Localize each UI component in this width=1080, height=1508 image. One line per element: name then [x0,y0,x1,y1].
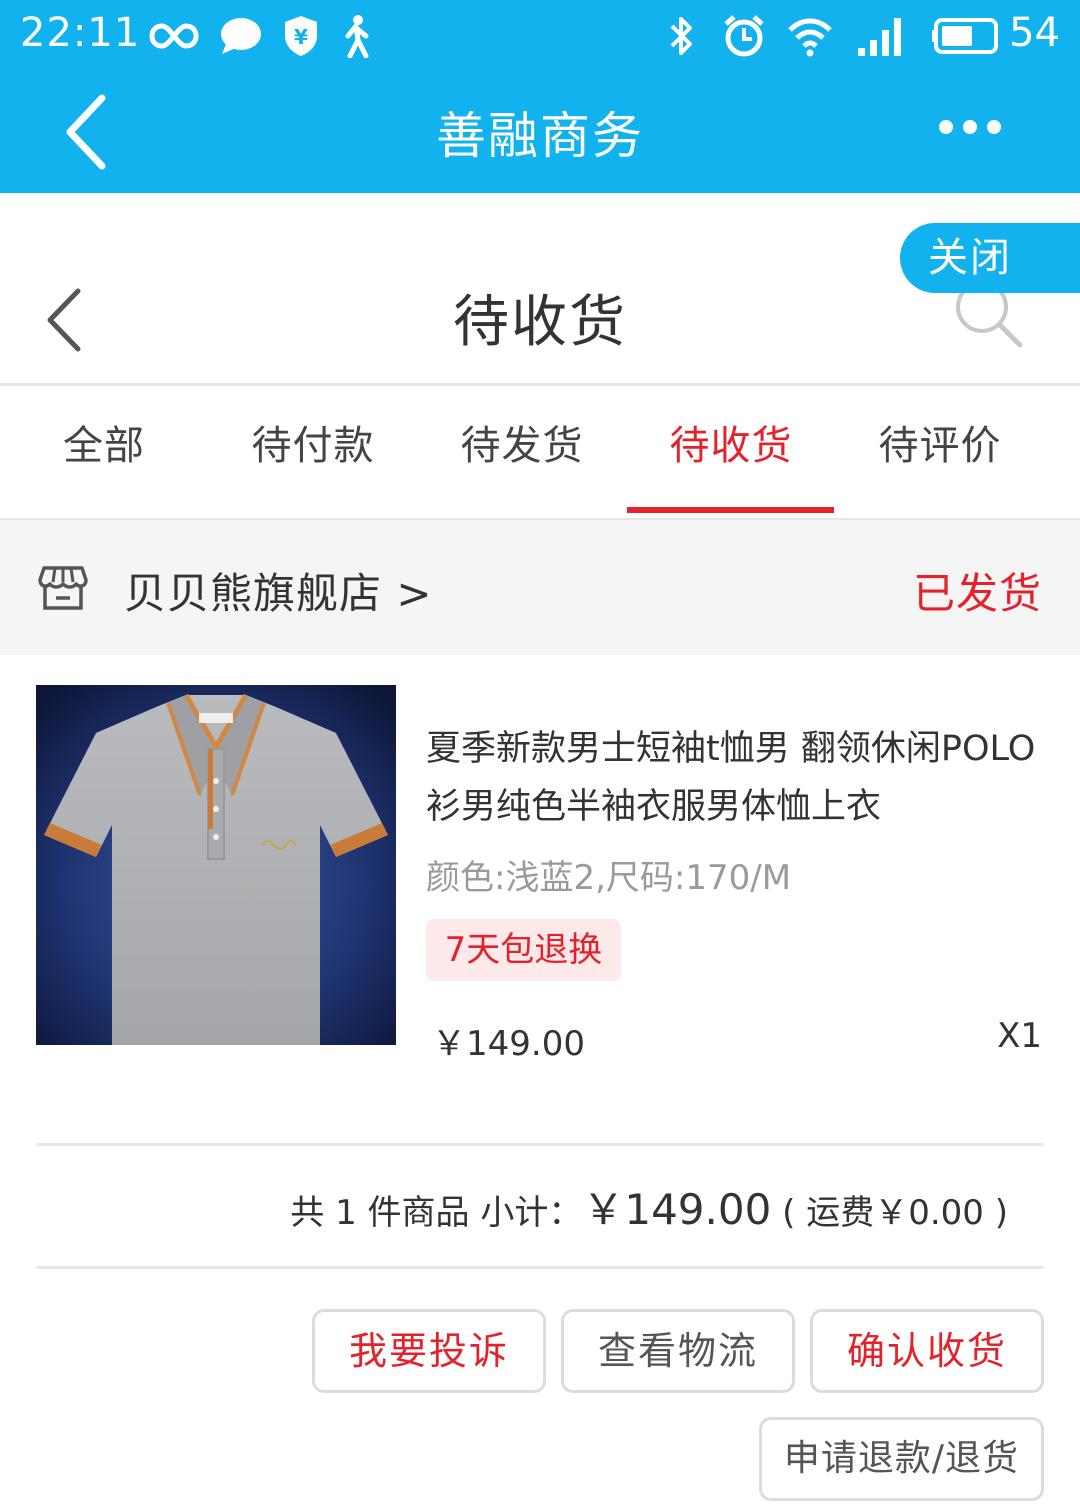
tab-pending-payment[interactable]: 待付款 [209,386,417,518]
battery-icon [932,18,998,54]
app-title: 善融商务 [436,107,644,165]
view-logistics-button[interactable]: 查看物流 [561,1309,795,1393]
shop-row[interactable]: 贝贝熊旗舰店 > 已发货 [0,520,1080,655]
product-image[interactable] [36,685,396,1045]
app-top-bar: 22:11 ¥ 54 善融商务 [0,0,1080,193]
divider [36,1266,1044,1269]
shop-name-link[interactable]: 贝贝熊旗舰店 > [124,560,433,621]
tab-all[interactable]: 全部 [0,386,208,518]
wifi-icon [788,18,832,57]
page-title: 待收货 [453,290,627,355]
complain-button[interactable]: 我要投诉 [312,1309,546,1393]
close-button[interactable]: 关闭 [900,223,1080,293]
order-summary: 共 1 件商品 小计：￥149.00 ( 运费￥0.00 ) [290,1176,1008,1237]
confirm-receipt-button[interactable]: 确认收货 [810,1309,1044,1393]
infinity-icon [149,23,199,49]
subtotal-amount: ￥149.00 [582,1185,772,1234]
store-icon [38,566,88,610]
shipping-fee: ( 运费￥0.00 ) [782,1193,1008,1233]
item-count-text: 共 1 件商品 小计： [290,1193,583,1233]
chat-bubble-icon [221,18,261,54]
product-price: ￥149.00 [432,1024,585,1064]
order-status-label: 已发货 [912,569,1042,618]
order-status-tabs: 全部 待付款 待发货 待收货 待评价 [0,386,1080,520]
product-spec: 颜色:浅蓝2,尺码:170/M [426,858,792,898]
walking-person-icon [345,15,369,58]
page-header: 待收货 关闭 [0,193,1080,386]
tab-pending-review[interactable]: 待评价 [836,386,1044,518]
status-time: 22:11 [20,10,141,56]
tab-pending-receipt[interactable]: 待收货 [627,386,835,518]
bluetooth-icon [670,17,692,55]
return-policy-badge: 7天包退换 [426,919,621,981]
tab-pending-shipment[interactable]: 待发货 [418,386,626,518]
signal-icon [858,18,901,56]
product-title[interactable]: 夏季新款男士短袖t恤男 翻领休闲POLO衫男纯色半袖衣服男体恤上衣 [426,720,1056,836]
shield-yuan-icon: ¥ [285,16,317,56]
refund-return-button[interactable]: 申请退款/退货 [759,1417,1044,1501]
divider [36,1143,1044,1146]
alarm-clock-icon [724,15,764,57]
status-bar: 22:11 ¥ 54 [0,0,1080,72]
product-quantity: X1 [997,1016,1042,1056]
active-tab-indicator [627,507,834,513]
svg-text:¥: ¥ [294,25,308,49]
battery-level: 54 [1009,10,1060,56]
more-menu-icon[interactable] [938,112,1002,142]
